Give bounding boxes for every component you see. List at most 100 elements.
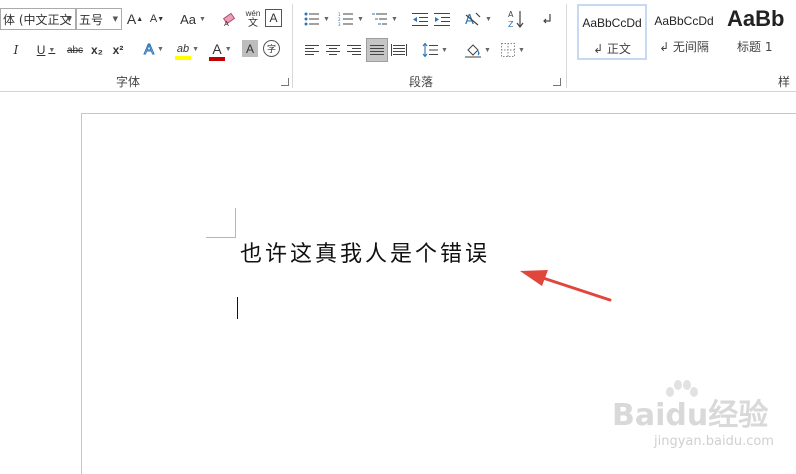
- align-right-button[interactable]: [345, 39, 363, 61]
- font-color-label: A: [212, 41, 222, 57]
- svg-text:A: A: [224, 20, 229, 27]
- change-case-label: Aa: [180, 11, 196, 27]
- bullets-button[interactable]: ▼: [302, 8, 332, 30]
- superscript-label: x²: [112, 43, 124, 57]
- highlight-color-swatch: [174, 56, 192, 60]
- distributed-button[interactable]: [390, 39, 408, 61]
- subscript-button[interactable]: x₂: [88, 39, 106, 61]
- group-divider: [292, 4, 293, 88]
- change-case-button[interactable]: Aa ▼: [176, 8, 210, 30]
- shading-icon: [465, 44, 482, 58]
- align-left-button[interactable]: [303, 39, 321, 61]
- font-size-combo[interactable]: 五号 ▼: [76, 8, 122, 30]
- watermark-url: jingyan.baidu.com: [654, 434, 774, 449]
- svg-text:Z: Z: [508, 20, 514, 29]
- phonetic-guide-button[interactable]: wén 文: [242, 6, 264, 32]
- svg-text:A: A: [508, 10, 514, 19]
- phonetic-bottom-label: 文: [248, 18, 258, 29]
- font-name-combo[interactable]: 体 (中文正文 ▼: [0, 8, 76, 30]
- chevron-down-icon: ▼: [323, 15, 330, 23]
- font-color-button[interactable]: A ▼: [206, 37, 238, 61]
- italic-button[interactable]: I: [8, 39, 24, 61]
- text-cursor: [237, 297, 238, 319]
- chevron-down-icon: ▼: [66, 15, 72, 23]
- style-no-spacing-sample: AaBbCcDd: [654, 14, 714, 28]
- grow-font-button[interactable]: A ▲: [126, 8, 144, 30]
- character-shading-label: A: [245, 41, 254, 56]
- numbering-icon: 123: [338, 12, 354, 26]
- increase-indent-icon: [434, 13, 450, 26]
- center-button[interactable]: [324, 39, 342, 61]
- strikethrough-button[interactable]: abc: [64, 39, 86, 61]
- highlight-button[interactable]: ab ▼: [172, 37, 204, 61]
- style-no-spacing-name: ↲ 无间隔: [659, 40, 709, 54]
- chevron-down-icon: ▼: [157, 45, 164, 53]
- enclose-characters-button[interactable]: 字: [263, 40, 280, 57]
- chevron-down-icon: ▼: [198, 15, 206, 23]
- chevron-down-icon: ▼: [48, 46, 56, 54]
- chevron-down-icon: ▼: [192, 45, 200, 53]
- character-border-button[interactable]: A: [265, 9, 282, 27]
- italic-label: I: [13, 43, 19, 57]
- chinese-layout-button[interactable]: A ▼: [462, 8, 494, 30]
- style-normal-sample: AaBbCcDd: [582, 16, 642, 30]
- down-arrow-icon: ▼: [157, 15, 165, 23]
- font-group-label: 字体: [116, 75, 141, 89]
- ribbon: 体 (中文正文 ▼ 五号 ▼ A ▲ A ▼ Aa ▼ A wén 文 A I U ▼ …: [0, 0, 796, 106]
- style-normal-name: ↲ 正文: [593, 42, 631, 56]
- clear-format-button[interactable]: A: [220, 8, 240, 30]
- decrease-indent-icon: [412, 13, 428, 26]
- numbering-button[interactable]: 1 2 3 ▼: [336, 8, 366, 30]
- chevron-down-icon: ▼: [391, 15, 398, 23]
- line-spacing-icon: [422, 43, 439, 57]
- multilevel-list-button[interactable]: ▼: [370, 8, 400, 30]
- font-color-swatch: [209, 57, 225, 61]
- align-left-icon: [305, 44, 319, 56]
- chevron-down-icon: ▼: [518, 46, 525, 54]
- decrease-indent-button[interactable]: [410, 8, 430, 30]
- chevron-down-icon: ▼: [441, 46, 448, 54]
- group-divider: [566, 4, 567, 88]
- style-no-spacing[interactable]: AaBbCcDd ↲ 无间隔: [649, 4, 719, 60]
- eraser-icon: A: [222, 12, 236, 27]
- show-marks-button[interactable]: [538, 8, 556, 30]
- font-size-value: 五号: [79, 12, 104, 27]
- borders-button[interactable]: ▼: [498, 39, 528, 61]
- justify-button[interactable]: [366, 38, 388, 62]
- chevron-down-icon: ▼: [224, 45, 232, 53]
- paragraph-dialog-launcher-icon[interactable]: [553, 78, 561, 86]
- text-effects-label: A: [144, 40, 155, 58]
- line-spacing-button[interactable]: ▼: [420, 39, 450, 61]
- text-effects-button[interactable]: A ▼: [140, 38, 168, 60]
- underline-button[interactable]: U ▼: [30, 39, 62, 61]
- shrink-font-button[interactable]: A ▼: [148, 8, 166, 30]
- sort-icon: AZ: [508, 10, 524, 29]
- sort-button[interactable]: AZ: [506, 6, 526, 32]
- margin-corner-mark: [206, 208, 236, 238]
- increase-indent-button[interactable]: [432, 8, 452, 30]
- enclose-characters-label: 字: [266, 44, 276, 54]
- superscript-button[interactable]: x²: [109, 39, 127, 61]
- shading-button[interactable]: ▼: [462, 39, 494, 61]
- annotation-arrow-icon: [520, 270, 612, 302]
- chevron-down-icon: ▼: [485, 15, 492, 23]
- character-shading-button[interactable]: A: [242, 40, 258, 57]
- underline-label: U: [36, 43, 46, 57]
- grow-font-label: A: [126, 11, 137, 27]
- center-icon: [326, 44, 340, 56]
- character-border-label: A: [269, 11, 278, 25]
- multilevel-icon: [372, 13, 388, 25]
- chevron-down-icon: ▼: [484, 46, 491, 54]
- chevron-down-icon: ▼: [357, 15, 364, 23]
- font-dialog-launcher-icon[interactable]: [281, 78, 289, 86]
- borders-icon: [501, 43, 516, 57]
- document-text[interactable]: 也许这真我人是个错误: [240, 236, 490, 268]
- font-name-value: 体 (中文正文: [3, 12, 72, 27]
- style-heading-1[interactable]: AaBb 标题 1: [721, 4, 796, 60]
- style-normal[interactable]: AaBbCcDd ↲ 正文: [577, 4, 647, 60]
- shrink-font-label: A: [149, 13, 158, 25]
- chevron-down-icon: ▼: [112, 15, 118, 23]
- style-heading-1-name: 标题 1: [737, 40, 773, 54]
- paragraph-group-label: 段落: [409, 75, 434, 89]
- justify-icon: [370, 44, 384, 56]
